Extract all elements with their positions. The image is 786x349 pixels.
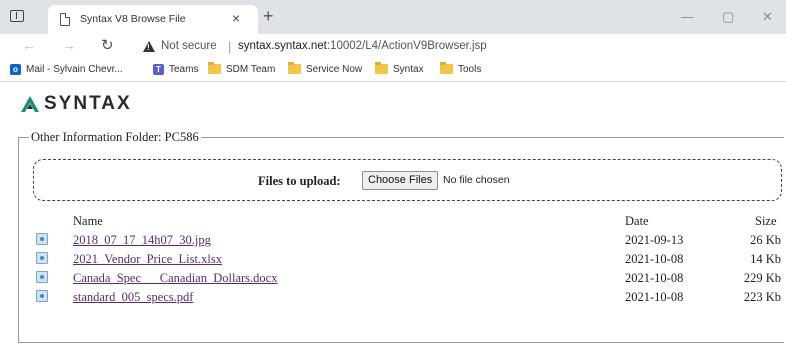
folder-legend: Other Information Folder: PC586 bbox=[29, 130, 201, 145]
bookmark-sdm-team[interactable]: SDM Team bbox=[208, 61, 276, 80]
bookmark-label: Teams bbox=[169, 64, 199, 75]
tab-bar: Syntax V8 Browse File × + — ▢ ✕ bbox=[0, 0, 786, 34]
file-link[interactable]: 2021_Vendor_Price_List.xlsx bbox=[73, 252, 222, 267]
bookmark-label: Syntax bbox=[393, 64, 424, 75]
outlook-icon: o bbox=[10, 64, 21, 75]
tab-actions-icon[interactable] bbox=[10, 10, 24, 22]
file-date: 2021-10-08 bbox=[625, 252, 684, 266]
address-bar: ← → ↻ Not secure | syntax.syntax.net:100… bbox=[0, 34, 786, 60]
file-date: 2021-10-08 bbox=[625, 290, 684, 304]
url-field[interactable]: syntax.syntax.net:10002/L4/ActionV9Brows… bbox=[238, 40, 487, 52]
table-row: 2018_07_17_14h07_30.jpg 2021-09-13 26 Kb bbox=[19, 231, 785, 250]
bookmark-label: Service Now bbox=[306, 64, 363, 75]
bookmark-tools[interactable]: Tools bbox=[440, 61, 482, 80]
folder-fieldset: Other Information Folder: PC586 Files to… bbox=[18, 130, 785, 343]
file-date: 2021-10-08 bbox=[625, 271, 684, 285]
page-icon bbox=[60, 13, 70, 26]
page-content: SYNTAX Other Information Folder: PC586 F… bbox=[0, 82, 786, 349]
window-close-icon[interactable]: ✕ bbox=[762, 9, 773, 25]
bookmark-label: SDM Team bbox=[226, 64, 276, 75]
file-link[interactable]: standard_005_specs.pdf bbox=[73, 290, 193, 305]
file-icon bbox=[36, 290, 48, 302]
logo-text: SYNTAX bbox=[44, 93, 132, 114]
file-icon bbox=[36, 233, 48, 245]
file-size: 229 Kb bbox=[743, 271, 781, 285]
column-header-name: Name bbox=[73, 214, 103, 228]
table-row: Canada_Spec___Canadian_Dollars.docx 2021… bbox=[19, 269, 785, 288]
forward-icon[interactable]: → bbox=[62, 37, 76, 53]
file-size: 26 Kb bbox=[750, 233, 781, 247]
upload-dropzone[interactable]: Files to upload: Choose Files No file ch… bbox=[33, 159, 782, 201]
teams-icon: T bbox=[153, 64, 164, 75]
new-tab-icon[interactable]: + bbox=[263, 6, 274, 27]
file-link[interactable]: Canada_Spec___Canadian_Dollars.docx bbox=[73, 271, 277, 286]
folder-icon bbox=[375, 61, 388, 74]
active-tab[interactable]: Syntax V8 Browse File × bbox=[48, 5, 258, 34]
bookmark-label: Mail - Sylvain Chevr... bbox=[26, 64, 123, 75]
warning-icon[interactable] bbox=[143, 41, 155, 52]
address-separator: | bbox=[228, 39, 232, 54]
bookmark-teams[interactable]: T Teams bbox=[153, 64, 198, 80]
file-date: 2021-09-13 bbox=[625, 233, 684, 247]
bookmark-mail[interactable]: o Mail - Sylvain Chevr... bbox=[10, 64, 123, 80]
url-path: :10002/L4/ActionV9Browser.jsp bbox=[326, 40, 487, 52]
file-size: 14 Kb bbox=[750, 252, 781, 266]
tab-title: Syntax V8 Browse File bbox=[80, 13, 186, 25]
folder-icon bbox=[208, 61, 221, 74]
syntax-logo-icon bbox=[21, 96, 39, 112]
bookmark-service-now[interactable]: Service Now bbox=[288, 61, 363, 80]
file-icon bbox=[36, 252, 48, 264]
back-icon[interactable]: ← bbox=[22, 37, 36, 53]
choose-files-button[interactable]: Choose Files bbox=[362, 171, 439, 190]
table-row: standard_005_specs.pdf 2021-10-08 223 Kb bbox=[19, 288, 785, 307]
maximize-icon[interactable]: ▢ bbox=[722, 9, 734, 25]
close-tab-icon[interactable]: × bbox=[232, 10, 240, 26]
reload-icon[interactable]: ↻ bbox=[101, 36, 114, 54]
upload-label: Files to upload: bbox=[258, 174, 341, 188]
file-link[interactable]: 2018_07_17_14h07_30.jpg bbox=[73, 233, 211, 248]
folder-icon bbox=[440, 61, 453, 74]
bookmark-label: Tools bbox=[458, 64, 482, 75]
bookmarks-bar: o Mail - Sylvain Chevr... T Teams SDM Team… bbox=[0, 60, 786, 82]
column-header-size: Size bbox=[755, 214, 777, 228]
folder-icon bbox=[288, 61, 301, 74]
file-size: 223 Kb bbox=[743, 290, 781, 304]
file-icon bbox=[36, 271, 48, 283]
url-host: syntax.syntax.net bbox=[238, 40, 327, 52]
security-label[interactable]: Not secure bbox=[161, 40, 217, 52]
column-header-date: Date bbox=[625, 214, 649, 228]
file-status: No file chosen bbox=[443, 174, 510, 186]
table-row: 2021_Vendor_Price_List.xlsx 2021-10-08 1… bbox=[19, 250, 785, 269]
minimize-icon[interactable]: — bbox=[681, 9, 694, 24]
bookmark-syntax[interactable]: Syntax bbox=[375, 61, 424, 80]
